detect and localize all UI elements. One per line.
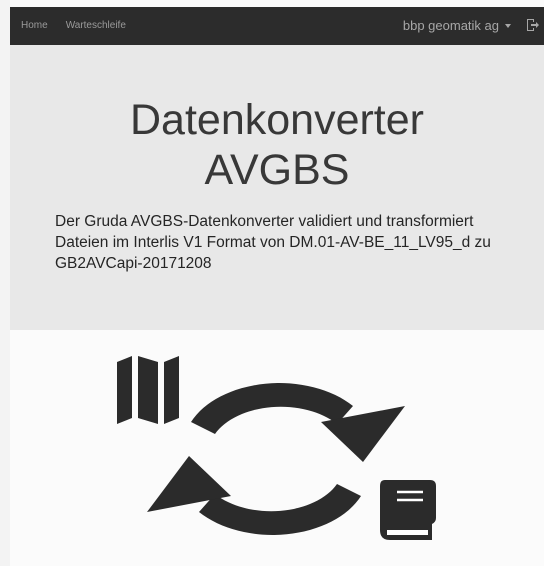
- user-name: bbp geomatik ag: [402, 17, 499, 33]
- navbar: Home Warteschleife bbp geomatik ag: [10, 7, 544, 45]
- nav-links: Home Warteschleife: [21, 20, 126, 31]
- map-icon: [117, 356, 179, 424]
- hero-jumbotron: Datenkonverter AVGBS Der Gruda AVGBS-Dat…: [10, 45, 544, 330]
- sync-arrows-icon: [147, 383, 405, 535]
- nav-right: bbp geomatik ag: [403, 17, 544, 33]
- nav-link-home[interactable]: Home: [21, 20, 48, 31]
- nav-link-warteschleife[interactable]: Warteschleife: [66, 20, 126, 31]
- left-edge: [0, 0, 10, 566]
- book-icon: [380, 480, 436, 540]
- page-title-line1: Datenkonverter: [130, 96, 424, 144]
- converter-illustration: [117, 356, 436, 540]
- page: Home Warteschleife bbp geomatik ag Daten…: [0, 0, 544, 566]
- user-menu-dropdown[interactable]: bbp geomatik ag: [403, 18, 511, 33]
- page-title-line2: AVGBS: [204, 146, 350, 194]
- page-title: Datenkonverter AVGBS: [10, 95, 544, 195]
- sign-out-icon[interactable]: [525, 17, 541, 33]
- caret-down-icon: [505, 24, 511, 28]
- page-description: Der Gruda AVGBS-Datenkonverter validiert…: [55, 213, 491, 272]
